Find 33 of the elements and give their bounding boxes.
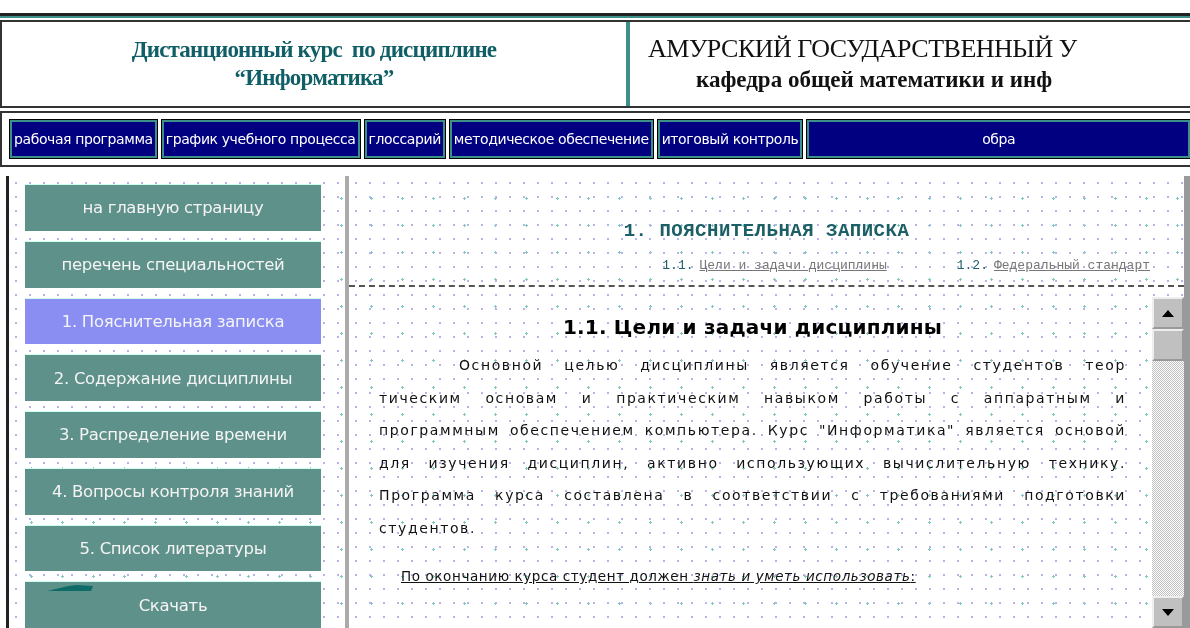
nav-button[interactable]: обра	[807, 120, 1190, 158]
nav-button[interactable]: рабочая программа	[10, 120, 157, 158]
sidebar-button[interactable]: 1. Пояснительная записка	[25, 297, 321, 345]
nav-button[interactable]: глоссарий	[364, 120, 445, 158]
sidebar-button[interactable]: 3. Распределение времени	[25, 411, 321, 458]
down-arrow-icon	[1162, 608, 1174, 616]
sidebar-button[interactable]: Скачать	[25, 581, 321, 628]
course-title: Дистанционный курс по дисциплине	[131, 36, 497, 64]
link-number: 1.1.	[662, 258, 694, 273]
paragraph: Основной целью дисциплины является обучение студентов теор тическим основам и практическим навыком работы с аппаратным и программным обеспечением компьютера. Курс "Информатика" является основой для изучения дисциплин, активно использующих вычислительную технику. Программа курса составлена в соответствии с требованиями подготовки студентов.	[379, 356, 1126, 538]
department-name: кафедра общей математики и инф	[696, 66, 1054, 94]
sidebar-button[interactable]: 5. Список литературы	[25, 524, 321, 572]
scrollbar[interactable]	[1152, 297, 1184, 628]
note-text: По окончанию курса студент должен знать и уметь использовать:	[401, 568, 917, 584]
scroll-down-button[interactable]	[1152, 596, 1184, 628]
scroll-up-button[interactable]	[1152, 297, 1184, 329]
nav-button[interactable]: методическое обеспечение	[449, 120, 653, 158]
nav-button[interactable]: график учебного процесса	[161, 120, 360, 158]
sidebar-button[interactable]: на главную страницу	[25, 184, 321, 231]
scroll-thumb[interactable]	[1152, 329, 1184, 361]
section-link[interactable]: Цели и задачи дисциплины	[699, 258, 887, 273]
sidebar-button[interactable]: 4. Вопросы контроля знаний	[25, 467, 321, 515]
university-name: АМУРСКИЙ ГОСУДАРСТВЕННЫЙ У	[648, 33, 1078, 65]
nav-button[interactable]: итоговый контроль	[657, 120, 803, 158]
section-heading: 1. ПОЯСНИТЕЛЬНАЯ ЗАПИСКА	[622, 220, 911, 242]
sidebar-button[interactable]: 2. Содержание дисциплины	[25, 354, 321, 401]
subsection-heading: 1.1. Цели и задачи дисциплины	[561, 315, 944, 339]
section-link[interactable]: Федеральный стандарт	[993, 258, 1150, 273]
up-arrow-icon	[1162, 309, 1174, 317]
blob-icon	[47, 584, 93, 593]
link-number: 1.2.	[956, 258, 988, 273]
sidebar-button[interactable]: перечень специальностей	[25, 240, 321, 288]
course-title: “Информатика”	[234, 64, 394, 92]
